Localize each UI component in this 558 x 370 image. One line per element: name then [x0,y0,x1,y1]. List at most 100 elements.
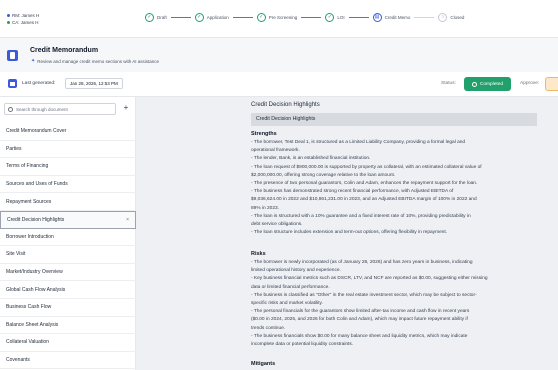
sidebar-item-site-visit[interactable]: Site Visit [0,246,136,264]
document-icon [7,50,18,61]
section-heading: Credit Decision Highlights [251,102,320,108]
risk-line: - Key business financial metrics such as… [251,276,488,282]
step-label: Application [206,15,229,20]
check-icon: ✓ [325,13,335,22]
sidebar-item-label: Site Visit [6,251,26,258]
strength-line: - The loan is structured with a 10% guar… [251,213,471,219]
step-loi[interactable]: ✓ LOI [325,13,345,22]
step-label: Closed [450,15,465,20]
status-completed-button[interactable]: Completed [464,77,511,91]
strength-line: - The business has demonstrated strong r… [251,189,454,195]
last-generated-label: Last generated: [22,81,56,86]
owner-rm-label: RM: James H [12,13,40,18]
strength-line: debt service obligations. [251,222,303,228]
strength-line: operational framework. [251,148,300,154]
step-connector [232,17,253,18]
strength-line: $2,000,000.00, offering strong coverage … [251,172,396,178]
step-credit-memo[interactable]: ▤ Credit Memo [372,13,411,22]
risk-line: incomplete data or potential liquidity c… [251,342,354,348]
sidebar-item-parties[interactable]: Parties [0,141,136,159]
search-icon [8,106,13,112]
sidebar-item-label: Credit Memorandum Cover [6,128,67,135]
risks-title: Risks [251,251,266,257]
check-icon: ✓ [256,13,266,22]
sidebar-item-credit-memorandum-cover[interactable]: Credit Memorandum Cover [0,123,136,141]
sparkle-icon: ✦ [31,58,36,64]
page-title: Credit Memorandum [30,47,99,54]
risk-line: - The business is classified as "Other" … [251,292,477,298]
sidebar-item-sources-and-uses[interactable]: Sources and Uses of Funds [0,176,136,194]
risk-line: trends continue. [251,325,286,331]
sidebar-item-repayment-sources[interactable]: Repayment Sources [0,193,136,211]
sidebar-item-global-cash-flow-analysis[interactable]: Global Cash Flow Analysis [0,281,136,299]
sidebar-item-label: Parties [6,145,22,152]
sidebar-item-market-industry-overview[interactable]: Market/Industry Overview [0,264,136,282]
sidebar-item-collateral-valuation[interactable]: Collateral Valuation [0,334,136,352]
risk-line: - The borrower is newly incorporated (as… [251,260,473,265]
ca-dot-icon [7,21,10,24]
strength-line: 89% in 2023. [251,205,280,211]
check-circle-icon [471,81,477,87]
close-icon[interactable]: × [126,217,129,223]
section-subheading: Credit Decision Highlights [251,113,537,126]
risk-line: data or limited financial performance. [251,284,330,290]
step-connector [414,17,435,18]
step-closed[interactable]: ○ Closed [438,13,464,22]
sidebar-item-business-cash-flow[interactable]: Business Cash Flow [0,299,136,317]
step-connector [301,17,322,18]
check-icon: ✓ [194,13,204,22]
sidebar-item-label: Balance Sheet Analysis [6,321,59,328]
sidebar-item-label: Covenants [6,357,30,364]
sidebar-item-label: Collateral Valuation [6,339,49,346]
strength-line: - The loan structure includes extension … [251,230,448,236]
sidebar-item-label: Repayment Sources [6,198,52,205]
sidebar-item-balance-sheet-analysis[interactable]: Balance Sheet Analysis [0,317,136,335]
risk-line: - The personal financials for the guaran… [251,309,470,315]
status-label: Status: [441,81,456,86]
owner-list: RM: James H CA: James H [7,12,39,26]
strength-line: - The presence of two personal guarantor… [251,181,478,187]
add-section-button[interactable]: + [121,103,131,114]
page-subtitle-text: Review and manage credit memo sections w… [37,58,160,64]
sidebar-item-credit-decision-highlights[interactable]: Credit Decision Highlights × [0,210,136,229]
risk-line: ($0.00 in 2024, 2025, and 2026 for both … [251,317,468,323]
owner-rm: RM: James H [7,12,39,19]
step-label: Credit Memo [384,15,411,20]
page-header [0,38,558,72]
rm-dot-icon [7,14,10,17]
strength-line: $9,036,624.00 in 2022 and $10,861,231.00… [251,197,477,203]
strength-line: - The lender, Bank, is an established fi… [251,156,371,162]
sidebar-item-covenants[interactable]: Covenants [0,352,136,370]
step-draft[interactable]: ✓ Draft [145,13,167,22]
sidebar-item-label: Global Cash Flow Analysis [6,286,66,293]
sidebar-item-label: Borrower Introduction [6,233,54,240]
status-value: Completed [479,81,504,87]
sidebar-item-borrower-introduction[interactable]: Borrower Introduction [0,229,136,247]
section-list: Credit Memorandum Cover Parties Terms of… [0,123,136,370]
risk-line: specific risks and market volatility. [251,301,323,307]
search-box[interactable] [4,103,116,115]
search-input[interactable] [16,105,111,114]
approve-button[interactable] [545,77,558,91]
strengths-list: - The borrower, Test Deal 1, is structur… [251,139,541,237]
step-application[interactable]: ✓ Application [194,13,229,22]
step-label: LOI [337,15,345,20]
step-pre-screening[interactable]: ✓ Pre Screening [256,13,298,22]
sidebar-item-terms-of-financing[interactable]: Terms of Financing [0,158,136,176]
owner-ca-label: CA: James H [12,20,39,25]
sidebar-item-label: Business Cash Flow [6,304,52,311]
strength-line: - The loan request of $900,000.00 is sup… [251,164,482,170]
document-icon: ▤ [372,13,382,22]
check-icon: ✓ [145,13,154,22]
step-connector [348,17,369,18]
sidebar-item-label: Terms of Financing [6,163,49,170]
page-subtitle: ✦ Review and manage credit memo sections… [31,58,159,64]
approve-label: Approve: [520,81,540,86]
strength-line: - The borrower, Test Deal 1, is structur… [251,140,466,145]
risks-list: - The borrower is newly incorporated (as… [251,259,541,349]
risk-line: - The business financials show $0.00 for… [251,333,468,339]
mitigants-title: Mitigants [251,361,276,367]
calendar-icon [8,79,17,88]
step-label: Draft [157,15,167,20]
step-label: Pre Screening [268,15,298,20]
